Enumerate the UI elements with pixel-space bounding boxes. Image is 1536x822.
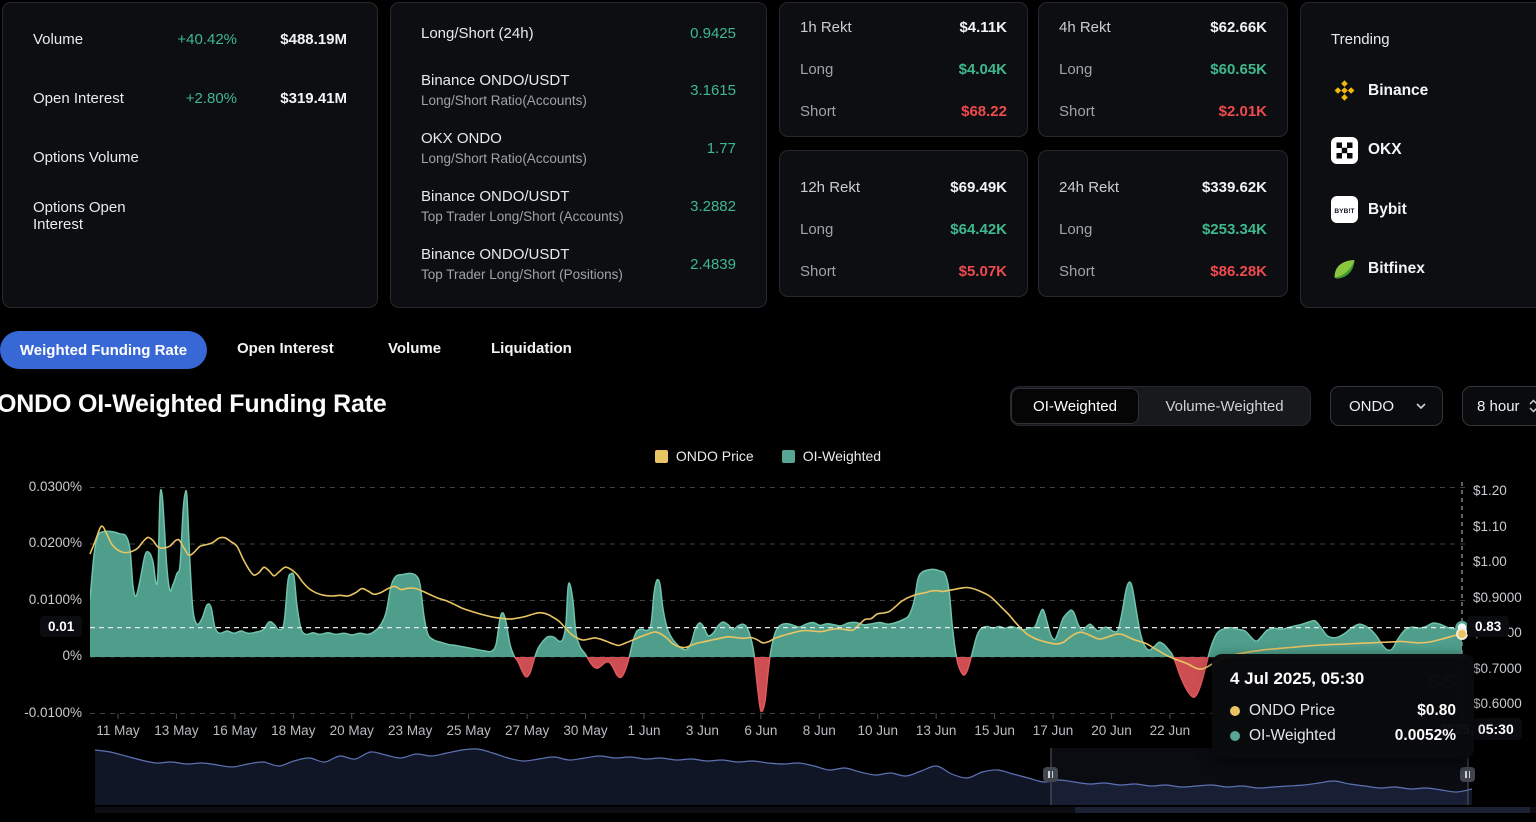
tooltip-date: 4 Jul 2025, 05:30	[1230, 669, 1456, 689]
bybit-logo-icon: BYB!T	[1331, 196, 1358, 223]
tooltip-funding-label: OI-Weighted	[1249, 727, 1336, 745]
bitfinex-logo-icon	[1331, 256, 1358, 283]
price-dot-icon	[1230, 706, 1240, 716]
chevron-down-icon	[1416, 403, 1426, 409]
chart-tooltip: 4 Jul 2025, 05:30 ONDO Price $0.80 OI-We…	[1212, 654, 1474, 759]
navigator-handle-right[interactable]	[1460, 767, 1475, 782]
scrollbar-thumb[interactable]	[1075, 807, 1530, 813]
dashboard-page: Volume+40.42%$488.19MOpen Interest+2.80%…	[0, 0, 1536, 822]
tooltip-price-value: $0.80	[1417, 702, 1456, 720]
current-price-badge: 0.83	[1467, 616, 1509, 637]
tooltip-row-price: ONDO Price $0.80	[1230, 702, 1456, 720]
binance-logo-icon	[1331, 77, 1358, 104]
current-funding-badge: 0.01	[40, 616, 82, 637]
price-marker	[1457, 629, 1467, 639]
okx-logo-icon	[1331, 137, 1358, 164]
chevron-up-down-icon	[1529, 399, 1536, 413]
tooltip-price-label: ONDO Price	[1249, 702, 1335, 720]
tooltip-row-funding: OI-Weighted 0.0052%	[1230, 727, 1456, 745]
svg-text:BYB!T: BYB!T	[1334, 208, 1354, 215]
navigator-handle-left[interactable]	[1043, 767, 1058, 782]
tooltip-funding-value: 0.0052%	[1395, 727, 1456, 745]
funding-dot-icon	[1230, 731, 1240, 741]
